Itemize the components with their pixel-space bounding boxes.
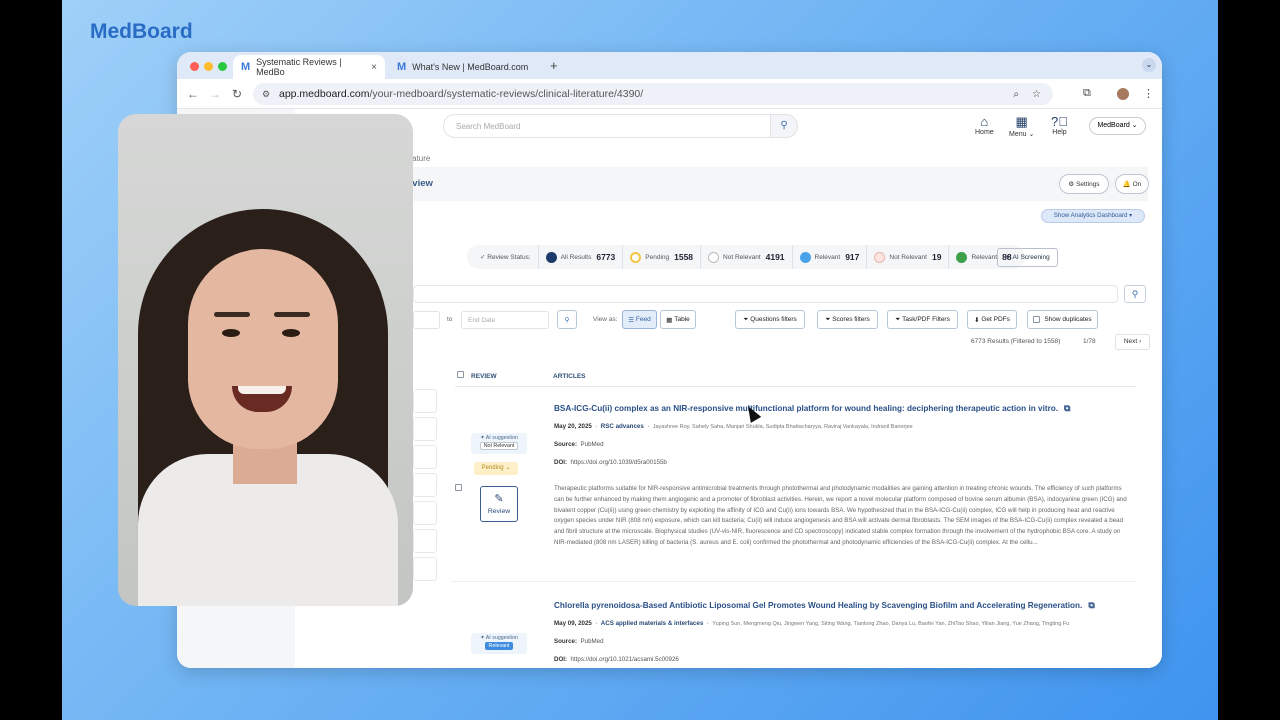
- review-button[interactable]: ✎ Review: [480, 486, 518, 522]
- article-meta: May 09, 2025 · ACS applied materials & i…: [554, 620, 1070, 627]
- tab-systematic-reviews[interactable]: M Systematic Reviews | MedBo ×: [233, 55, 385, 79]
- status-not-relevant[interactable]: Not Relevant 4191: [701, 245, 793, 269]
- review-status-bar: ✓ Review Status: All Results 6773 Pending…: [467, 245, 1025, 269]
- status-pending[interactable]: Pending 1558: [623, 245, 702, 269]
- maximize-window-icon[interactable]: [218, 62, 227, 71]
- end-date-input[interactable]: End Date: [461, 311, 549, 329]
- ai-suggestion-badge: ✦ AI suggestion Not Relevant: [471, 433, 527, 454]
- view-table-button[interactable]: ▦ Table: [660, 310, 696, 329]
- home-icon: ⌂: [980, 114, 989, 129]
- get-pdfs-button[interactable]: ⬇ Get PDFs: [967, 310, 1017, 329]
- status-all-results[interactable]: All Results 6773: [539, 245, 624, 269]
- site-info-icon[interactable]: ⚙: [262, 89, 270, 100]
- forward-icon[interactable]: →: [209, 87, 221, 101]
- page-indicator: 1/78: [1083, 338, 1096, 345]
- table-row: Chlorella pyrenoidosa-Based Antibiotic L…: [451, 600, 1136, 668]
- filter-search-input[interactable]: [413, 285, 1118, 303]
- filter-search-button[interactable]: ⚲: [1124, 285, 1146, 303]
- nav-help[interactable]: ?⃝ Help: [1051, 114, 1068, 136]
- article-title-link[interactable]: Chlorella pyrenoidosa-Based Antibiotic L…: [554, 600, 1095, 611]
- presentation-background: MedBoard M Systematic Reviews | MedBo × …: [62, 0, 1218, 720]
- close-tab-icon[interactable]: ×: [371, 62, 377, 73]
- close-window-icon[interactable]: [190, 62, 199, 71]
- page-header: eview ⚙ Settings 🔔 On: [295, 167, 1149, 201]
- help-icon: ?⃝: [1051, 114, 1068, 129]
- profile-avatar[interactable]: [1117, 88, 1129, 100]
- article-meta: May 20, 2025 · RSC advances · Jayashree …: [554, 423, 913, 430]
- medboard-favicon-icon: M: [241, 61, 251, 73]
- article-source: Source: PubMed: [554, 638, 604, 645]
- view-feed-button[interactable]: ☰ Feed: [622, 310, 657, 329]
- new-tab-button[interactable]: +: [550, 58, 558, 73]
- tab-bar: M Systematic Reviews | MedBo × M What's …: [177, 52, 1162, 79]
- results-count: 6773 Results (Filtered to 1558): [971, 338, 1061, 345]
- questions-filters-button[interactable]: ⏷ Questions filters: [735, 310, 805, 329]
- grid-icon: ▦: [1015, 114, 1028, 129]
- select-all-checkbox[interactable]: [457, 371, 464, 378]
- table-row: BSA-ICG-Cu(ii) complex as an NIR-respons…: [451, 403, 1136, 583]
- scores-filters-button[interactable]: ⏷ Scores filters: [817, 310, 878, 329]
- notifications-toggle[interactable]: 🔔 On: [1115, 174, 1149, 194]
- bookmark-star-icon[interactable]: ☆: [1032, 89, 1041, 100]
- article-abstract: Therapeutic platforms suitable for NIR-r…: [554, 485, 1127, 546]
- start-date-input[interactable]: [413, 311, 440, 329]
- back-icon[interactable]: ←: [187, 87, 199, 101]
- nav-menu[interactable]: ▦ Menu ⌄: [1009, 114, 1034, 138]
- external-link-icon[interactable]: ⧉: [1088, 600, 1094, 610]
- tab-whats-new[interactable]: M What's New | MedBoard.com: [389, 55, 539, 79]
- article-doi: DOI: https://doi.org/10.1039/d5ra00155b: [554, 459, 667, 466]
- external-link-icon[interactable]: ⧉: [1064, 403, 1070, 413]
- browser-menu-icon[interactable]: ⋮: [1143, 87, 1154, 100]
- row-checkbox[interactable]: [455, 484, 462, 491]
- review-status-label: ✓ Review Status:: [473, 245, 539, 269]
- date-search-button[interactable]: ⚲: [557, 310, 577, 329]
- url-field[interactable]: ⚙ app.medboard.com/your-medboard/systema…: [253, 83, 1053, 105]
- zoom-icon[interactable]: ⌕: [1013, 89, 1019, 100]
- brand-logo: MedBoard: [90, 20, 193, 43]
- ai-suggestion-badge: ✦ AI suggestion Relevant: [471, 633, 527, 654]
- article-source: Source: PubMed: [554, 441, 604, 448]
- medboard-favicon-icon: M: [397, 61, 407, 73]
- ai-screening-button[interactable]: ✦ AI Screening: [997, 248, 1058, 267]
- address-bar-row: ← → ↻ ⚙ app.medboard.com/your-medboard/s…: [177, 79, 1162, 109]
- tab-search-icon[interactable]: ⌄: [1142, 58, 1156, 72]
- search-input[interactable]: Search MedBoard ⚲: [443, 114, 798, 138]
- status-ai-not-relevant[interactable]: Not Relevant 19: [867, 245, 950, 269]
- article-doi: DOI: https://doi.org/10.1021/acsami.5c00…: [554, 656, 679, 663]
- extensions-icon[interactable]: ⧉: [1083, 87, 1091, 100]
- task-pdf-filters-button[interactable]: ⏷ Task/PDF Filters: [887, 310, 958, 329]
- table-header: REVIEW ARTICLES: [455, 367, 1136, 387]
- edit-icon: ✎: [494, 493, 504, 505]
- show-analytics-dashboard-button[interactable]: Show Analytics Dashboard ▾: [1041, 209, 1145, 223]
- nav-home[interactable]: ⌂ Home: [975, 114, 994, 136]
- minimize-window-icon[interactable]: [204, 62, 213, 71]
- status-dropdown[interactable]: Pending ⌄: [474, 462, 518, 475]
- show-duplicates-toggle[interactable]: Show duplicates: [1027, 310, 1098, 329]
- status-relevant[interactable]: Relevant 917: [793, 245, 868, 269]
- presenter-webcam-overlay: [118, 114, 413, 606]
- settings-button[interactable]: ⚙ Settings: [1059, 174, 1109, 194]
- search-button[interactable]: ⚲: [770, 114, 798, 138]
- reload-icon[interactable]: ↻: [232, 87, 242, 101]
- next-page-button[interactable]: Next ›: [1115, 334, 1150, 350]
- account-button[interactable]: MedBoard ⌄: [1089, 117, 1146, 135]
- article-title-link[interactable]: BSA-ICG-Cu(ii) complex as an NIR-respons…: [554, 403, 1070, 414]
